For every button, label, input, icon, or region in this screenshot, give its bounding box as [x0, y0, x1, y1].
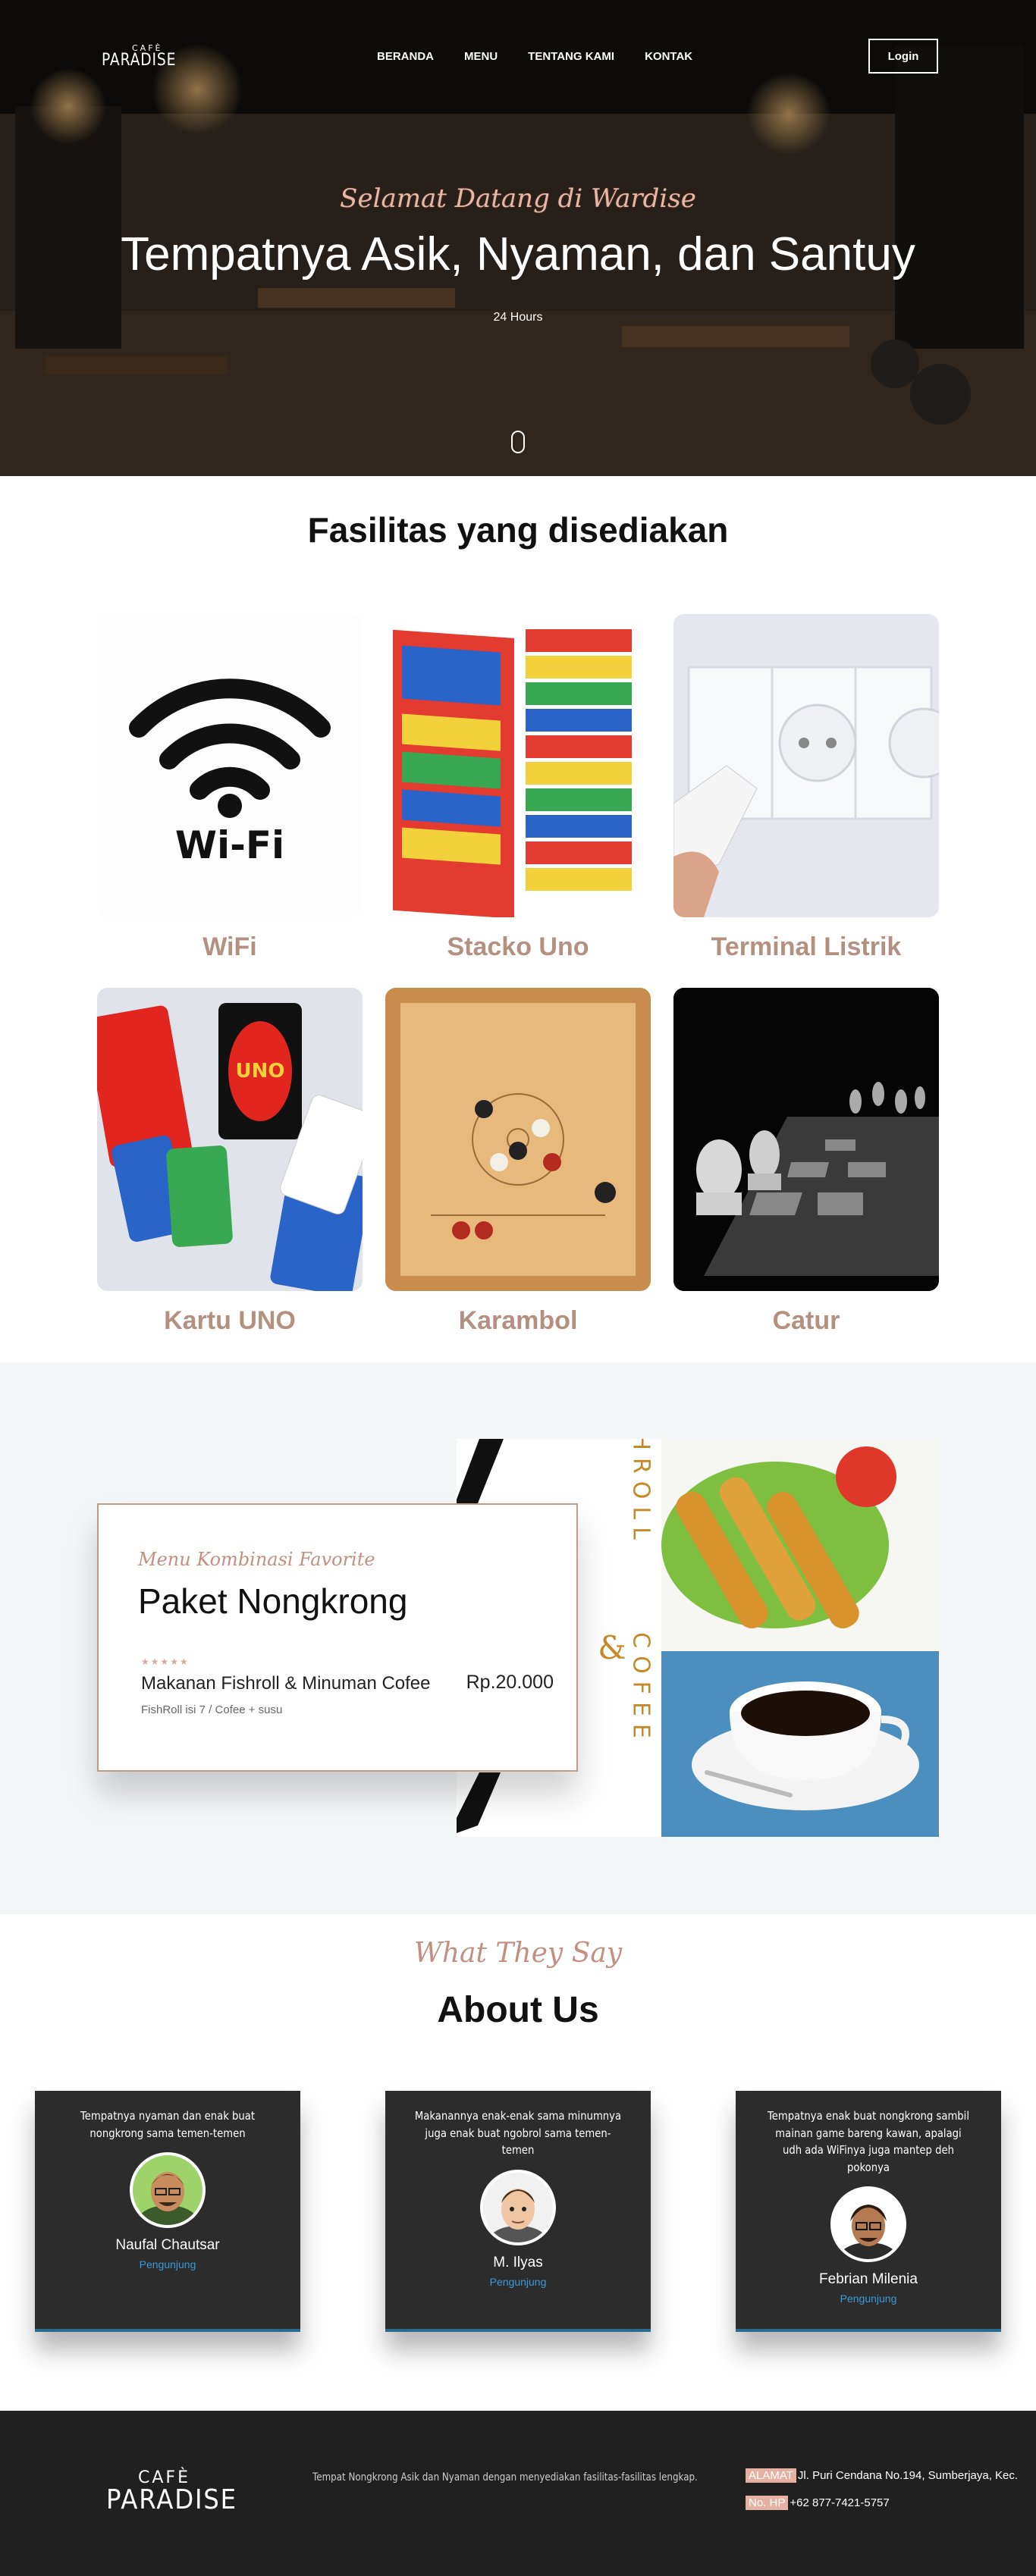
svg-text:Wi-Fi: Wi-Fi [175, 823, 284, 867]
brand-big: PARADISE [102, 51, 177, 70]
hero-title: Tempatnya Asik, Nyaman, dan Santuy [121, 228, 915, 280]
facility-label-wifi: WiFi [202, 932, 257, 961]
facility-label-karambol: Karambol [458, 1306, 578, 1335]
avatar [830, 2186, 906, 2262]
nav-menu[interactable]: MENU [464, 50, 498, 63]
art-cofee-text: COFEE [628, 1632, 655, 1746]
avatar-ilyas-icon [483, 2172, 553, 2242]
testimonial-card: Tempatnya nyaman dan enak buat nongkrong… [35, 2091, 300, 2332]
hero-welcome: Selamat Datang di Wardise [340, 183, 696, 214]
menu-title: Paket Nongkrong [138, 1581, 408, 1621]
phone-tag: No. HP [746, 2496, 789, 2510]
facility-label-stacko: Stacko Uno [447, 932, 589, 961]
facility-karambol-image [385, 988, 651, 1291]
menu-subtitle: Menu Kombinasi Favorite [138, 1549, 375, 1570]
scroll-down-icon[interactable] [511, 431, 525, 453]
testimonial-name: M. Ilyas [493, 2254, 543, 2270]
testimonial-name: Naufal Chautsar [115, 2237, 220, 2253]
facility-label-catur: Catur [772, 1306, 840, 1335]
stacko-uno-photo [393, 629, 632, 917]
footer-phone: No. HP +62 877-7421-5757 [746, 2496, 890, 2510]
avatar-naufal-icon [133, 2155, 202, 2225]
wifi-icon: Wi-Fi [129, 678, 331, 867]
testimonial-card: Tempatnya enak buat nongkrong sambil mai… [736, 2091, 1001, 2332]
facility-label-uno: Kartu UNO [164, 1306, 296, 1335]
art-amp-text: & [598, 1629, 626, 1666]
facility-stacko-image [385, 614, 651, 917]
menu-card[interactable]: Menu Kombinasi Favorite Paket Nongkrong … [97, 1503, 578, 1772]
carrom-board-photo [385, 988, 651, 1291]
svg-text:UNO: UNO [236, 1060, 285, 1083]
menu-price: Rp.20.000 [466, 1672, 554, 1693]
testimonial-quote: Tempatnya enak buat nongkrong sambil mai… [767, 2109, 970, 2174]
art-fishroll-text: FISHROLL [628, 1439, 655, 1547]
hero-hours: 24 Hours [493, 311, 543, 324]
chess-photo [673, 988, 939, 1291]
uno-cards-photo: UNO [97, 988, 363, 1291]
menu-description: FishRoll isi 7 / Cofee + susu [141, 1703, 283, 1716]
footer: CAFÈ PARADISE Tempat Nongkrong Asik dan … [0, 2411, 1036, 2576]
testimonial-name: Febrian Milenia [819, 2271, 918, 2287]
footer-brand-logo[interactable]: CAFÈ PARADISE [106, 2470, 252, 2514]
power-socket-photo [673, 614, 939, 917]
facility-wifi-image: Wi-Fi [97, 614, 363, 917]
testimonial-card: Makanannya enak-enak sama minumnya juga … [385, 2091, 651, 2332]
address-text: Jl. Puri Cendana No.194, Sumberjaya, Kec… [797, 2469, 1019, 2482]
facilities-title: Fasilitas yang disediakan [307, 510, 729, 550]
avatar [480, 2169, 556, 2245]
hero-section: CAFÈ PARADISE BERANDA MENU TENTANG KAMI … [0, 0, 1036, 476]
testimonial-role: Pengunjung [840, 2292, 897, 2305]
facility-label-terminal: Terminal Listrik [711, 932, 902, 961]
testimonial-quote: Makanannya enak-enak sama minumnya juga … [414, 2109, 622, 2157]
avatar-febrian-icon [834, 2189, 903, 2259]
phone-text: +62 877-7421-5757 [790, 2496, 890, 2509]
footer-description: Tempat Nongkrong Asik dan Nyaman dengan … [312, 2471, 698, 2484]
nav-beranda[interactable]: BERANDA [377, 50, 434, 63]
facility-uno-image: UNO [97, 988, 363, 1291]
footer-brand-big: PARADISE [106, 2484, 237, 2515]
facility-terminal-image [673, 614, 939, 917]
about-title: About Us [437, 1990, 599, 2030]
brand-logo[interactable]: CAFÈ PARADISE [102, 44, 190, 69]
nav-tentang-kami[interactable]: TENTANG KAMI [528, 50, 614, 63]
testimonial-role: Pengunjung [139, 2258, 196, 2270]
about-subtitle: What They Say [413, 1938, 623, 1969]
nav-kontak[interactable]: KONTAK [645, 50, 692, 63]
testimonial-quote: Tempatnya nyaman dan enak buat nongkrong… [80, 2109, 256, 2140]
main-nav: BERANDA MENU TENTANG KAMI KONTAK [377, 50, 692, 63]
menu-item-name: Makanan Fishroll & Minuman Cofee [141, 1673, 431, 1694]
facility-catur-image [673, 988, 939, 1291]
avatar [130, 2152, 206, 2228]
login-button[interactable]: Login [868, 39, 938, 74]
address-tag: ALAMAT [746, 2468, 796, 2483]
rating-stars-icon: ★★★★★ [141, 1656, 190, 1667]
footer-address: ALAMAT Jl. Puri Cendana No.194, Sumberjay… [746, 2468, 1018, 2483]
testimonial-role: Pengunjung [489, 2275, 547, 2288]
